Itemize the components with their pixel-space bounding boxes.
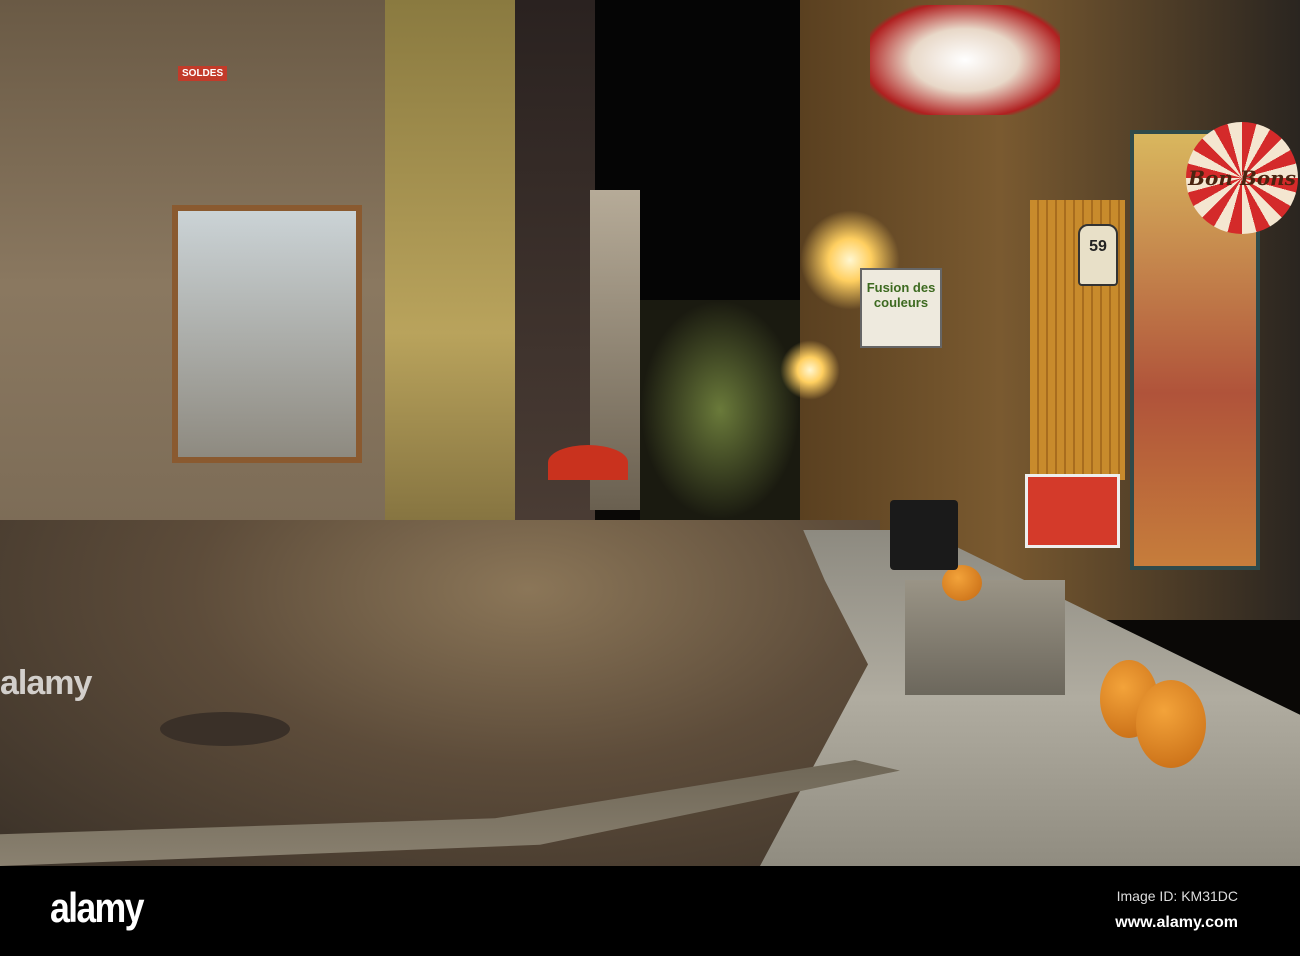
website-link[interactable]: www.alamy.com [1115, 914, 1238, 932]
manhole-cover [160, 712, 290, 746]
pumpkin [942, 565, 982, 601]
alamy-logo: alamy [50, 884, 144, 931]
street-lamp [780, 340, 840, 400]
red-umbrella [548, 445, 628, 480]
footer-bar: alamy Image ID: KM31DC www.alamy.com [0, 866, 1300, 956]
trash-bin [890, 500, 958, 570]
car-sign [870, 5, 1060, 115]
pumpkin [1136, 680, 1206, 768]
yellow-building [385, 0, 525, 555]
dark-building [515, 0, 595, 520]
bonbons-sign: Bon Bons [1186, 122, 1298, 234]
toy-box [1025, 474, 1120, 548]
shop-window [172, 205, 362, 463]
soldes-sign: SOLDES [178, 66, 228, 81]
cobblestone-street [0, 520, 880, 866]
watermark: alamy [0, 664, 92, 702]
trees [640, 300, 800, 520]
image-id: Image ID: KM31DC [1116, 888, 1238, 904]
address-number: 59 [1078, 224, 1118, 286]
fusion-sign: Fusion des couleurs [860, 268, 942, 348]
street-photo: SOLDES Fusion des couleurs Bon Bons 59 a… [0, 0, 1300, 866]
steps [905, 580, 1065, 695]
